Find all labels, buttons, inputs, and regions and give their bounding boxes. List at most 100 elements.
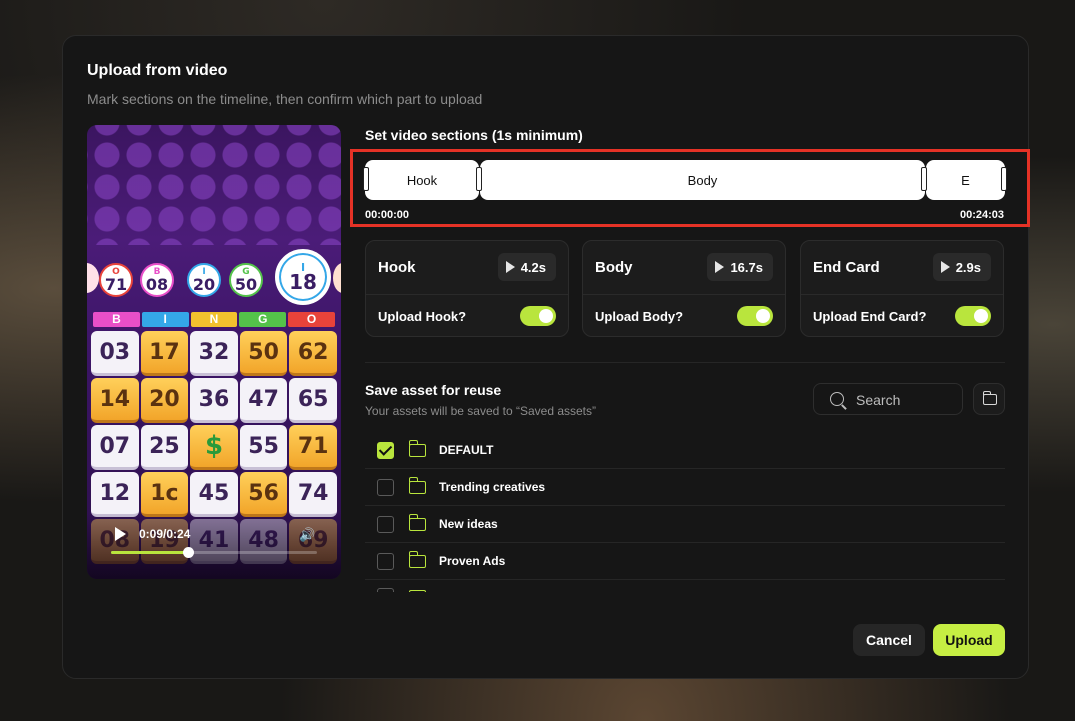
video-progress-fill [111, 551, 189, 554]
section-name: Hook [378, 259, 416, 276]
upload-hook-toggle[interactable] [520, 306, 556, 326]
folder-icon [408, 514, 426, 531]
new-folder-button[interactable] [973, 383, 1005, 415]
folder-name: Proven Ads [439, 554, 506, 568]
video-time: 0:09/0:24 [139, 527, 191, 541]
section-name: Body [595, 259, 633, 276]
video-preview[interactable]: O 71 B 08 I 20 G 50 I 18 B I N G O 03 17 32 5… [87, 125, 341, 579]
folder-list-overflow [365, 580, 1005, 592]
timeline-handle-start[interactable] [363, 167, 369, 191]
bingo-cell: 50 [239, 331, 288, 376]
timeline-segment-end-card[interactable]: E [926, 160, 1005, 200]
bingo-cell: 56 [239, 472, 288, 517]
play-icon [715, 261, 725, 273]
folder-row[interactable]: New ideas [365, 506, 1005, 543]
timeline-segment-body[interactable]: Body [480, 160, 925, 200]
bingo-cell: 45 [190, 472, 238, 517]
section-card-hook: Hook 4.2s Upload Hook? [365, 240, 569, 337]
bingo-ball: O 71 [99, 263, 133, 297]
bingo-cell: 36 [190, 378, 238, 423]
divider [583, 294, 785, 295]
bingo-cell: 74 [289, 472, 337, 517]
search-icon [830, 392, 844, 406]
timeline-start-time: 00:00:00 [365, 209, 410, 221]
timeline-handle-body-end[interactable] [921, 167, 927, 191]
divider [365, 362, 1005, 363]
section-play-duration-button[interactable]: 2.9s [932, 253, 991, 281]
section-card-body: Body 16.7s Upload Body? [582, 240, 786, 337]
upload-toggle-label: Upload End Card? [813, 309, 927, 324]
bingo-cell-money: $ [190, 425, 238, 470]
bingo-header: B I N G O [93, 312, 335, 327]
folder-row[interactable]: DEFAULT [365, 432, 1005, 469]
bingo-cell: 47 [239, 378, 288, 423]
bingo-letter: O [288, 312, 335, 327]
folder-plus-icon [982, 391, 997, 405]
section-card-end-card: End Card 2.9s Upload End Card? [800, 240, 1004, 337]
section-duration: 2.9s [955, 259, 981, 275]
bingo-cell: 14 [91, 378, 139, 423]
folder-checkbox[interactable] [377, 442, 394, 459]
folder-icon [408, 551, 426, 568]
section-duration: 4.2s [520, 259, 546, 275]
section-duration: 16.7s [730, 259, 763, 275]
dialog-subtitle: Mark sections on the timeline, then conf… [87, 91, 483, 107]
section-play-duration-button[interactable]: 16.7s [707, 253, 773, 281]
upload-body-toggle[interactable] [737, 306, 773, 326]
bingo-ball [87, 263, 99, 293]
bingo-cell: 65 [289, 378, 337, 423]
upload-button[interactable]: Upload [933, 624, 1005, 656]
folder-checkbox[interactable] [377, 479, 394, 496]
folder-checkbox[interactable] [377, 553, 394, 570]
divider [366, 294, 568, 295]
bingo-ball-current: I 18 [275, 249, 331, 305]
volume-icon[interactable]: 🔊 [299, 527, 315, 543]
play-icon[interactable] [115, 527, 126, 541]
cancel-button[interactable]: Cancel [853, 624, 925, 656]
toggle-knob [974, 309, 988, 323]
folder-checkbox[interactable] [377, 516, 394, 533]
upload-end-card-toggle[interactable] [955, 306, 991, 326]
search-placeholder: Search [856, 392, 901, 408]
bingo-cell: 62 [289, 331, 337, 376]
bingo-cell: 20 [140, 378, 189, 423]
section-name: End Card [813, 259, 880, 276]
bingo-cell: 12 [91, 472, 139, 517]
folder-row[interactable]: Trending creatives [365, 469, 1005, 506]
bingo-cell: 32 [190, 331, 238, 376]
timeline-segment-hook[interactable]: Hook [365, 160, 479, 200]
bingo-cell: 1c [140, 472, 189, 517]
play-icon [940, 261, 950, 273]
bingo-cell: 25 [140, 425, 189, 470]
dialog-title: Upload from video [87, 62, 228, 79]
timeline-title: Set video sections (1s minimum) [365, 127, 583, 143]
bingo-letter: N [190, 312, 238, 327]
save-asset-title: Save asset for reuse [365, 382, 502, 398]
timeline-handle-hook-body[interactable] [476, 167, 482, 191]
bingo-cell: 55 [239, 425, 288, 470]
bingo-letter: I [141, 312, 189, 327]
timeline-handle-end[interactable] [1001, 167, 1007, 191]
toggle-knob [756, 309, 770, 323]
video-background-pattern [87, 125, 341, 245]
section-play-duration-button[interactable]: 4.2s [497, 253, 556, 281]
folder-row[interactable]: Proven Ads [365, 543, 1005, 580]
upload-toggle-label: Upload Hook? [378, 309, 467, 324]
folder-icon [409, 590, 426, 592]
bingo-cell: 17 [140, 331, 189, 376]
toggle-knob [539, 309, 553, 323]
bingo-ball [333, 263, 341, 293]
divider [801, 294, 1003, 295]
folder-icon [408, 440, 426, 457]
bingo-cell: 03 [91, 331, 139, 376]
video-progress-bar[interactable] [111, 547, 317, 558]
folder-name: New ideas [439, 517, 498, 531]
timeline-end-time: 00:24:03 [960, 209, 1005, 221]
folder-name: Trending creatives [439, 480, 546, 494]
video-controls [87, 513, 341, 579]
folder-search-input[interactable]: Search [813, 383, 963, 415]
upload-toggle-label: Upload Body? [595, 309, 684, 324]
upload-from-video-dialog: Upload from video Mark sections on the t… [62, 35, 1030, 679]
folder-checkbox[interactable] [377, 588, 394, 592]
bingo-letter: G [239, 312, 287, 327]
